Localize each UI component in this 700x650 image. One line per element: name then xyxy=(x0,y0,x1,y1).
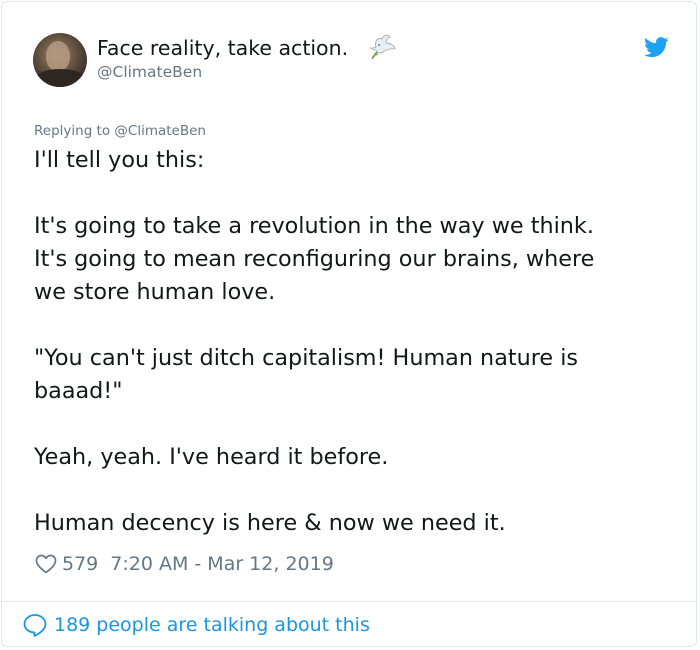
tweet-text-line: "You can't just ditch capitalism! Human … xyxy=(34,345,579,371)
like-count[interactable]: 579 xyxy=(62,553,98,575)
tweet-text-line: Yeah, yeah. I've heard it before. xyxy=(34,444,389,470)
footer-divider xyxy=(1,601,697,602)
tweet-text-line: I'll tell you this: xyxy=(34,147,205,173)
speech-bubble-icon xyxy=(23,614,47,637)
tweet-text-line: It's going to take a revolution in the w… xyxy=(34,213,594,239)
tweet-card: Face reality, take action. @ClimateBen R… xyxy=(1,1,697,647)
twitter-bird-icon[interactable] xyxy=(644,37,669,58)
dove-icon xyxy=(369,34,396,60)
author-display-name[interactable]: Face reality, take action. xyxy=(97,35,348,61)
replying-to: Replying to @ClimateBen xyxy=(34,122,206,140)
avatar-shoulders xyxy=(33,69,87,87)
tweet-timestamp[interactable]: 7:20 AM - Mar 12, 2019 xyxy=(110,553,334,575)
replying-to-mention[interactable]: @ClimateBen xyxy=(114,123,206,139)
tweet-text-line: Human decency is here & now we need it. xyxy=(34,510,506,536)
tweet-text-line: It's going to mean reconfiguring our bra… xyxy=(34,246,595,272)
avatar-face xyxy=(46,41,70,71)
author-handle[interactable]: @ClimateBen xyxy=(97,62,202,82)
conversation-label: 189 people are talking about this xyxy=(54,614,370,636)
replying-to-prefix: Replying to xyxy=(34,123,111,139)
tweet-text-line: we store human love. xyxy=(34,279,276,305)
conversation-link[interactable]: 189 people are talking about this xyxy=(22,610,370,640)
author-avatar[interactable] xyxy=(33,33,87,87)
tweet-meta: 579 7:20 AM - Mar 12, 2019 xyxy=(34,551,334,577)
heart-icon[interactable] xyxy=(34,552,58,576)
tweet-text: I'll tell you this: It's going to take a… xyxy=(34,144,674,540)
tweet-text-line: baaad!" xyxy=(34,378,123,404)
